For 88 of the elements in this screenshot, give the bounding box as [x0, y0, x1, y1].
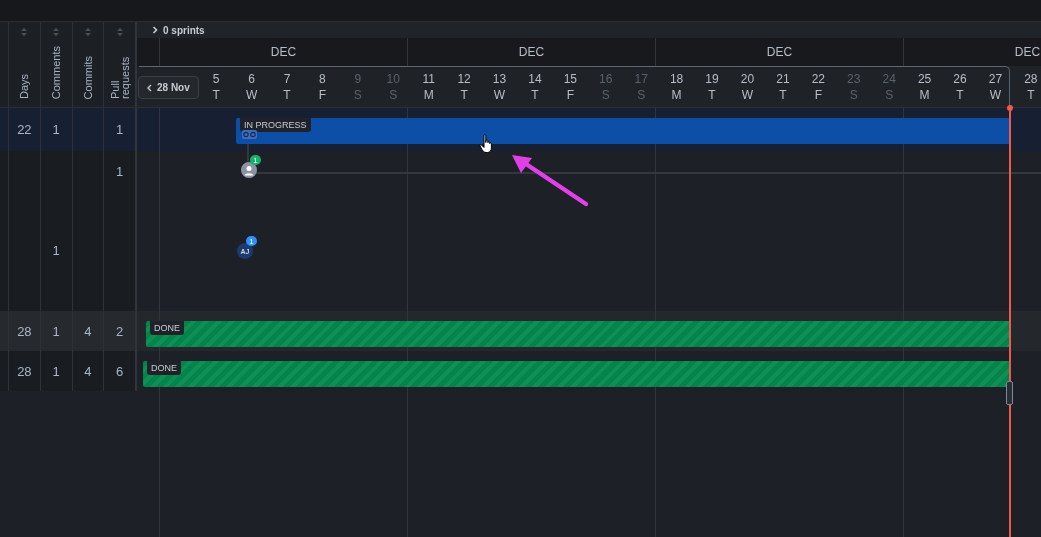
weekday-letter: W: [989, 87, 1002, 102]
month-label: DEC: [270, 45, 297, 59]
sort-icon[interactable]: [21, 28, 28, 36]
weekday-letter: S: [885, 87, 894, 102]
day-number: 10: [386, 71, 400, 86]
avatar-icon[interactable]: [241, 162, 257, 178]
day-number: 25: [917, 71, 932, 86]
day-number: 22: [811, 71, 825, 86]
resize-handle[interactable]: [1006, 381, 1013, 405]
task-bar[interactable]: DONE: [143, 361, 1010, 387]
day-number: 11: [422, 71, 435, 86]
day-number: 17: [634, 71, 648, 86]
weekday-letter: W: [741, 87, 754, 102]
table-cell: 1: [52, 243, 60, 258]
sort-icon[interactable]: [53, 28, 60, 36]
day-number: 21: [776, 71, 790, 86]
column-header: Commits: [82, 55, 93, 99]
day-number: 7: [283, 71, 291, 86]
count-badge: 1: [250, 155, 261, 165]
table-cell: 1: [52, 323, 60, 339]
weekday-letter: S: [353, 87, 362, 102]
task-bar[interactable]: IN PROGRESS: [236, 118, 1010, 144]
table-cell: 4: [84, 363, 92, 379]
table-cell: 4: [84, 323, 92, 339]
status-tag: IN PROGRESS: [240, 118, 311, 132]
weekday-letter: F: [566, 87, 574, 102]
weekday-letter: M: [671, 87, 682, 102]
day-number: 18: [669, 71, 684, 86]
table-cell: 28: [17, 323, 32, 339]
sort-icon[interactable]: [84, 28, 91, 36]
table-cell: 1: [52, 363, 60, 379]
day-number: 20: [740, 71, 755, 86]
table-cell: 1: [116, 122, 124, 137]
chevron-left-icon: [146, 83, 153, 92]
weekday-letter: T: [1027, 87, 1035, 102]
table-cell: 1: [52, 122, 60, 137]
day-number: 6: [248, 71, 255, 86]
day-number: 8: [319, 71, 326, 86]
day-number: 19: [705, 71, 719, 86]
chevron-right-icon[interactable]: [151, 26, 159, 34]
weekday-letter: T: [460, 87, 468, 102]
weekday-letter: F: [318, 87, 327, 102]
day-number: 24: [882, 71, 896, 86]
task-bar[interactable]: DONE: [146, 321, 1010, 347]
table-cell: 1: [116, 163, 124, 179]
day-number: 16: [599, 71, 613, 86]
table-cell: 28: [17, 363, 32, 379]
table-cell: 6: [116, 363, 124, 379]
weekday-letter: S: [389, 87, 398, 102]
weekday-letter: M: [919, 87, 930, 102]
weekday-letter: T: [956, 87, 964, 102]
table-cell: 2: [116, 323, 124, 339]
count-badge: 1: [246, 236, 257, 246]
day-number: 28: [1024, 71, 1038, 86]
weekday-letter: W: [245, 87, 258, 102]
column-header: Days: [19, 73, 30, 99]
weekday-letter: T: [283, 87, 291, 102]
weekday-letter: T: [779, 87, 787, 102]
sort-icon[interactable]: [116, 28, 123, 36]
column-header: Pull requests: [109, 55, 130, 99]
day-number: 12: [457, 71, 471, 86]
status-tag: DONE: [147, 361, 181, 375]
day-number: 13: [492, 71, 507, 86]
day-number: 14: [528, 71, 542, 86]
back-button[interactable]: 28 Nov: [138, 76, 199, 99]
table-cell: 22: [17, 122, 32, 137]
weekday-letter: S: [849, 87, 858, 102]
month-label: DEC: [766, 45, 793, 59]
weekday-letter: T: [531, 87, 539, 102]
month-label: DEC: [518, 45, 545, 59]
weekday-letter: M: [423, 87, 434, 102]
month-label: DEC: [1014, 45, 1041, 59]
weekday-letter: S: [601, 87, 610, 102]
weekday-letter: T: [212, 87, 220, 102]
day-number: 26: [953, 71, 967, 86]
day-number: 9: [354, 71, 362, 86]
weekday-letter: F: [814, 87, 822, 102]
day-number: 23: [847, 71, 861, 86]
status-tag: DONE: [150, 321, 184, 335]
weekday-letter: S: [637, 87, 646, 102]
weekday-letter: T: [708, 87, 716, 102]
day-number: 5: [212, 71, 220, 86]
weekday-letter: W: [493, 87, 506, 102]
day-number: 15: [563, 71, 578, 86]
sprints-label[interactable]: 0 sprints: [163, 24, 205, 36]
day-number: 27: [988, 71, 1003, 86]
hand-cursor-icon: [479, 134, 495, 154]
column-header: Comments: [51, 45, 62, 99]
